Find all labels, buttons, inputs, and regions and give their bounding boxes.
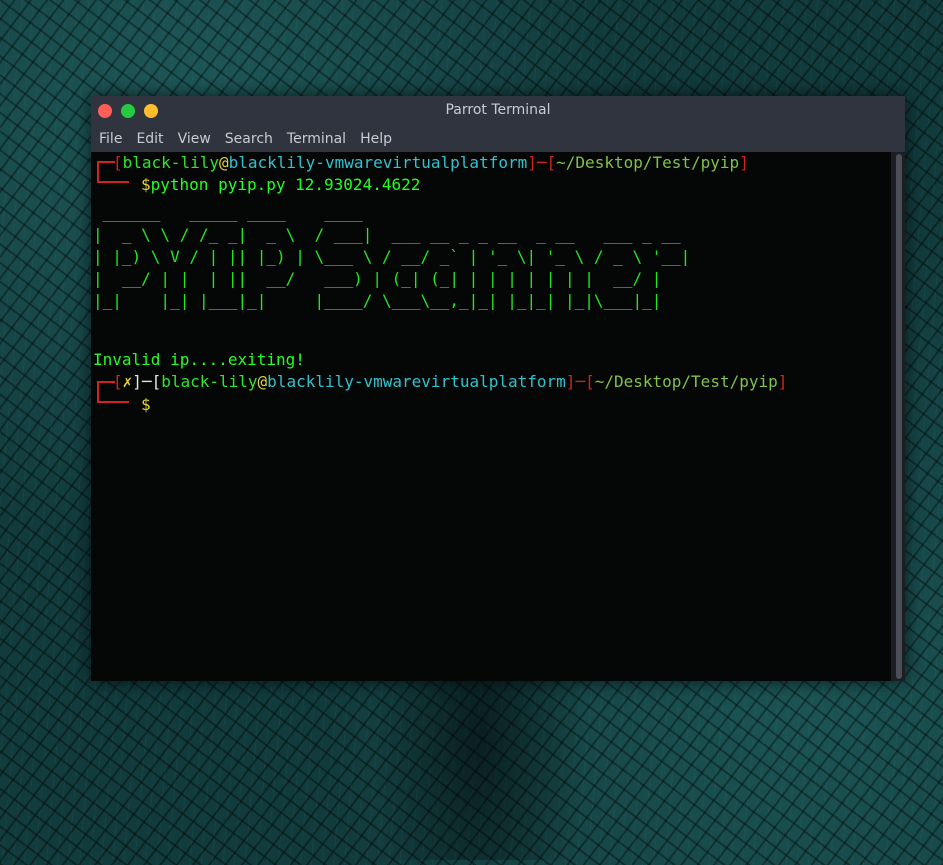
- prompt-arrow-icon: [99, 181, 129, 183]
- prompt-bracket: ]: [739, 153, 749, 172]
- prompt-bracket: ]: [527, 153, 537, 172]
- menu-terminal[interactable]: Terminal: [287, 131, 354, 147]
- prompt-dollar: $: [141, 395, 151, 414]
- prompt-at: @: [257, 372, 268, 391]
- prompt-bracket: [: [585, 372, 595, 391]
- prompt-user: black-lily: [161, 372, 258, 391]
- terminal-output[interactable]: [black-lily@blacklily-vmwarevirtualplatf…: [91, 152, 891, 681]
- output-message: Invalid ip....exiting!: [93, 350, 305, 369]
- ascii-art-line: | _ \ \ / /_ _| _ \ / ___| ___ __ _ _ __…: [93, 225, 681, 244]
- command-line-1: $python pyip.py 12.93024.4622: [141, 174, 420, 196]
- prompt-host: blacklily-vmwarevirtualplatform: [267, 372, 566, 391]
- ascii-art-line: ______ _____ ____ ____: [93, 203, 363, 222]
- window-title: Parrot Terminal: [445, 102, 551, 118]
- prompt-host: blacklily-vmwarevirtualplatform: [228, 153, 528, 172]
- prompt-at: @: [218, 153, 229, 172]
- ascii-art-line: | |_) \ V / | || |_) | \___ \ / __/ _` |…: [93, 247, 691, 266]
- menu-search[interactable]: Search: [225, 131, 281, 147]
- menu-edit[interactable]: Edit: [136, 131, 171, 147]
- prompt-dash: ─: [536, 153, 547, 172]
- command-text: python pyip.py 12.93024.4622: [150, 175, 421, 194]
- prompt-bracket: ]: [777, 372, 788, 391]
- prompt-dash: ─: [575, 372, 586, 391]
- prompt-arrow-icon: [99, 401, 129, 403]
- error-mark-icon: ✗: [122, 372, 133, 391]
- prompt-user: black-lily: [122, 153, 219, 172]
- prompt-path: ~/Desktop/Test/pyip: [594, 372, 778, 391]
- prompt-bracket: [: [546, 153, 557, 172]
- ascii-art-line: | __/ | | | || __/ ___) | (_| (_| | | | …: [93, 269, 662, 288]
- title-bar[interactable]: Parrot Terminal: [91, 96, 905, 126]
- prompt-bracket: ]: [565, 372, 576, 391]
- prompt-bracket: [: [113, 153, 123, 172]
- prompt-line-2: [✗]─[black-lily@blacklily-vmwarevirtualp…: [113, 371, 787, 393]
- scrollbar[interactable]: [891, 152, 905, 681]
- ascii-art-line: |_| |_| |___|_| |____/ \___\__,_|_| |_|_…: [93, 291, 662, 310]
- prompt-line-1: [black-lily@blacklily-vmwarevirtualplatf…: [113, 152, 749, 174]
- prompt-bracket: [: [151, 372, 162, 391]
- prompt-bracket: ]: [132, 372, 142, 391]
- terminal-window[interactable]: Parrot Terminal File Edit View Search Te…: [91, 96, 905, 681]
- scrollbar-thumb[interactable]: [896, 154, 902, 679]
- menu-view[interactable]: View: [178, 131, 219, 147]
- command-line-2[interactable]: $: [141, 394, 151, 416]
- prompt-path: ~/Desktop/Test/pyip: [556, 153, 740, 172]
- prompt-dash: ─: [141, 372, 152, 391]
- menu-help[interactable]: Help: [360, 131, 400, 147]
- menu-file[interactable]: File: [99, 131, 130, 147]
- prompt-bracket: [: [113, 372, 123, 391]
- prompt-dollar: $: [141, 175, 151, 194]
- menu-bar: File Edit View Search Terminal Help: [91, 126, 905, 152]
